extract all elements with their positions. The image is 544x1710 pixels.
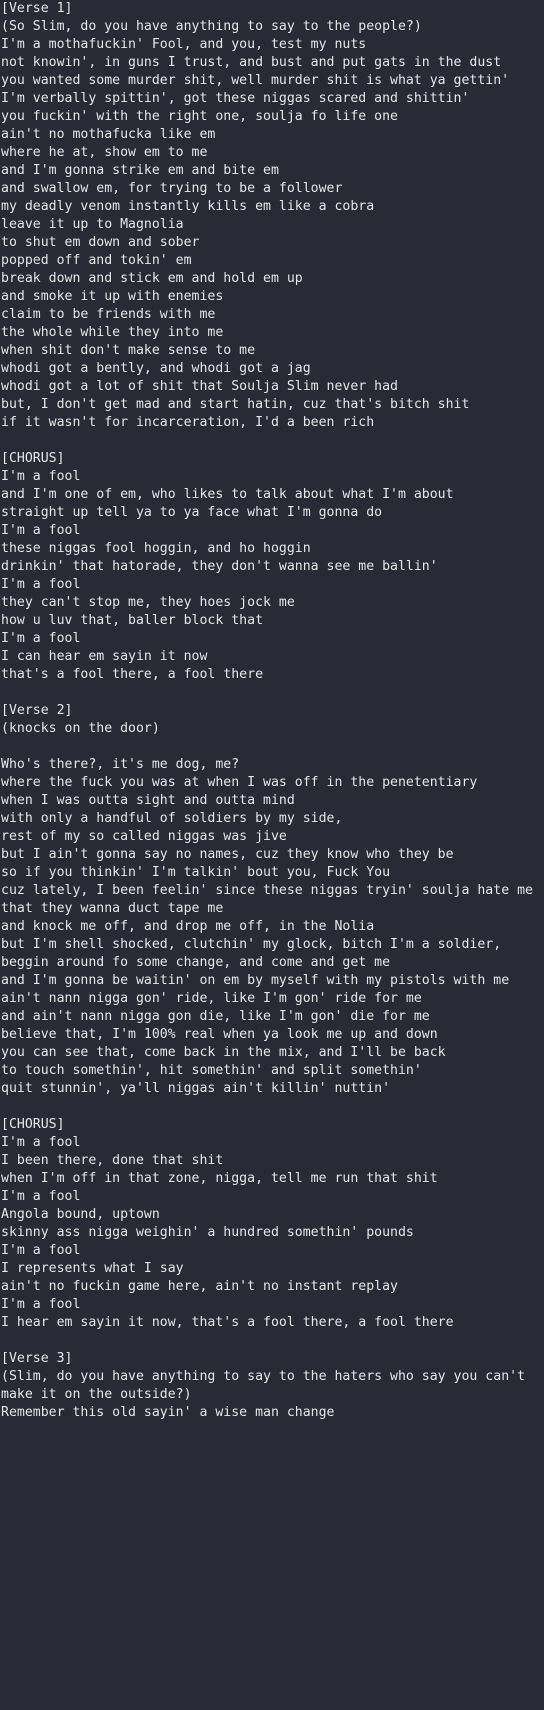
lyric-line: but I'm shell shocked, clutchin' my gloc… xyxy=(1,937,502,952)
lyric-line: but, I don't get mad and start hatin, cu… xyxy=(1,397,470,412)
lyric-line: whodi got a bently, and whodi got a jag xyxy=(1,361,311,376)
lyric-line: (So Slim, do you have anything to say to… xyxy=(1,19,422,34)
lyric-line: so if you thinkin' I'm talkin' bout you,… xyxy=(1,865,391,880)
lyric-line: and knock me off, and drop me off, in th… xyxy=(1,919,375,934)
lyric-line: and I'm gonna strike em and bite em xyxy=(1,163,279,178)
lyric-line: you can see that, come back in the mix, … xyxy=(1,1045,446,1060)
lyric-line: [Verse 2] xyxy=(1,703,73,718)
lyric-line: with only a handful of soldiers by my si… xyxy=(1,811,343,826)
lyric-line: and swallow em, for trying to be a follo… xyxy=(1,181,343,196)
lyrics-text: [Verse 1] (So Slim, do you have anything … xyxy=(0,0,544,1422)
lyric-line: where he at, show em to me xyxy=(1,145,208,160)
lyric-line: [CHORUS] xyxy=(1,1117,65,1132)
lyric-line: popped off and tokin' em xyxy=(1,253,192,268)
lyric-line: ain't no fuckin game here, ain't no inst… xyxy=(1,1279,398,1294)
lyric-line: I'm a fool xyxy=(1,1135,81,1150)
lyric-line: I'm a mothafuckin' Fool, and you, test m… xyxy=(1,37,367,52)
lyric-line: how u luv that, baller block that xyxy=(1,613,264,628)
lyric-line: I'm a fool xyxy=(1,1297,81,1312)
lyric-line: Remember this old sayin' a wise man chan… xyxy=(1,1405,335,1420)
lyric-line: [Verse 1] xyxy=(1,1,73,16)
lyric-line: these niggas fool hoggin, and ho hoggin xyxy=(1,541,311,556)
lyric-line: (knocks on the door) xyxy=(1,721,160,736)
lyric-line: I represents what I say xyxy=(1,1261,184,1276)
lyric-line: if it wasn't for incarceration, I'd a be… xyxy=(1,415,375,430)
lyric-line: and I'm one of em, who likes to talk abo… xyxy=(1,487,454,502)
lyric-line: skinny ass nigga weighin' a hundred some… xyxy=(1,1225,414,1240)
lyric-line: believe that, I'm 100% real when ya look… xyxy=(1,1027,438,1042)
lyric-line: I'm a fool xyxy=(1,1243,81,1258)
lyric-line: I hear em sayin it now, that's a fool th… xyxy=(1,1315,454,1330)
lyric-line: and ain't nann nigga gon die, like I'm g… xyxy=(1,1009,430,1024)
lyric-line: ain't no mothafucka like em xyxy=(1,127,216,142)
lyric-line: cuz lately, I been feelin' since these n… xyxy=(1,883,533,898)
lyric-line: when shit don't make sense to me xyxy=(1,343,256,358)
lyric-line: break down and stick em and hold em up xyxy=(1,271,303,286)
lyric-line: quit stunnin', ya'll niggas ain't killin… xyxy=(1,1081,391,1096)
lyric-line: but I ain't gonna say no names, cuz they… xyxy=(1,847,454,862)
lyric-line: to shut em down and sober xyxy=(1,235,200,250)
lyric-line: ain't nann nigga gon' ride, like I'm gon… xyxy=(1,991,422,1006)
lyric-line: I'm a fool xyxy=(1,1189,81,1204)
lyric-line: and I'm gonna be waitin' on em by myself… xyxy=(1,973,510,988)
lyric-line: I can hear em sayin it now xyxy=(1,649,208,664)
lyric-line: claim to be friends with me xyxy=(1,307,216,322)
lyric-line: beggin around fo some change, and come a… xyxy=(1,955,391,970)
lyric-line: where the fuck you was at when I was off… xyxy=(1,775,478,790)
lyric-line: I'm a fool xyxy=(1,469,81,484)
lyric-line: I'm verbally spittin', got these niggas … xyxy=(1,91,470,106)
lyric-line: not knowin', in guns I trust, and bust a… xyxy=(1,55,502,70)
lyric-line: I'm a fool xyxy=(1,523,81,538)
lyric-line: they can't stop me, they hoes jock me xyxy=(1,595,295,610)
lyric-line: [Verse 3] xyxy=(1,1351,73,1366)
lyric-line: Who's there?, it's me dog, me? xyxy=(1,757,240,772)
lyric-line: that's a fool there, a fool there xyxy=(1,667,264,682)
lyric-line: when I was outta sight and outta mind xyxy=(1,793,295,808)
lyric-line: rest of my so called niggas was jive xyxy=(1,829,287,844)
lyric-line: drinkin' that hatorade, they don't wanna… xyxy=(1,559,438,574)
lyric-line: to touch somethin', hit somethin' and sp… xyxy=(1,1063,422,1078)
lyric-line: that they wanna duct tape me xyxy=(1,901,224,916)
lyric-line: you wanted some murder shit, well murder… xyxy=(1,73,510,88)
lyric-line: you fuckin' with the right one, soulja f… xyxy=(1,109,398,124)
lyric-line: straight up tell ya to ya face what I'm … xyxy=(1,505,383,520)
lyric-line: I'm a fool xyxy=(1,577,81,592)
lyric-line: whodi got a lot of shit that Soulja Slim… xyxy=(1,379,398,394)
lyric-line: the whole while they into me xyxy=(1,325,224,340)
lyric-line: I'm a fool xyxy=(1,631,81,646)
lyric-line: [CHORUS] xyxy=(1,451,65,466)
lyric-line: (Slim, do you have anything to say to th… xyxy=(1,1369,533,1402)
lyric-line: when I'm off in that zone, nigga, tell m… xyxy=(1,1171,438,1186)
lyric-line: Angola bound, uptown xyxy=(1,1207,160,1222)
lyric-line: and smoke it up with enemies xyxy=(1,289,224,304)
lyric-line: my deadly venom instantly kills em like … xyxy=(1,199,375,214)
lyric-line: leave it up to Magnolia xyxy=(1,217,184,232)
lyric-line: I been there, done that shit xyxy=(1,1153,224,1168)
